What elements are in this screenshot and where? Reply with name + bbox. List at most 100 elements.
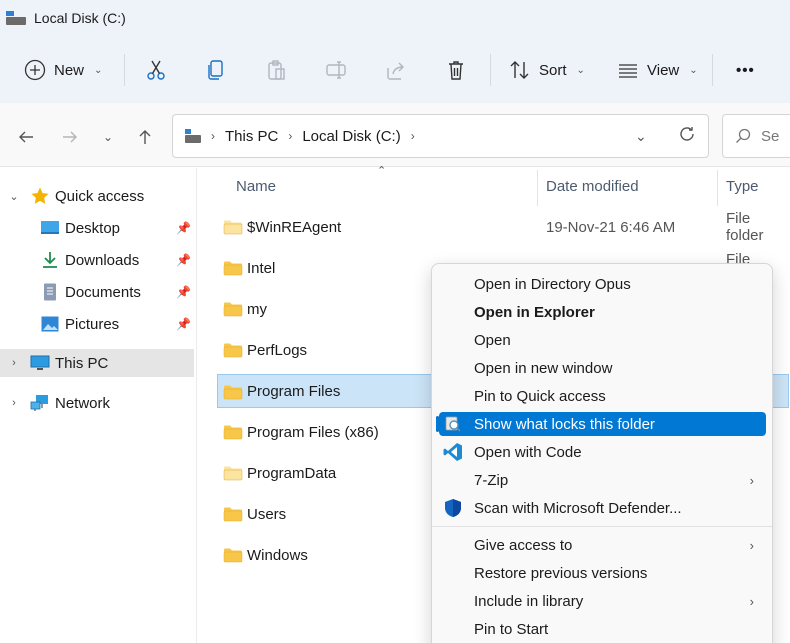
ellipsis-icon: ••• [736, 61, 755, 79]
nav-this-pc[interactable]: › This PC [0, 349, 194, 377]
column-header-type[interactable]: Type [726, 172, 759, 200]
folder-icon [223, 342, 243, 362]
drive-icon [6, 11, 26, 25]
forward-button[interactable] [56, 123, 84, 151]
window-title: Local Disk (C:) [6, 8, 126, 28]
menu-item-label: Restore previous versions [474, 564, 648, 582]
menu-item-open-with-code[interactable]: Open with Code [439, 440, 766, 464]
recent-locations-button[interactable]: ⌄ [96, 123, 120, 151]
chevron-down-icon: ⌄ [102, 130, 114, 144]
rename-button[interactable] [325, 56, 347, 84]
nav-quick-access[interactable]: ⌄ Quick access [0, 182, 194, 210]
divider [124, 54, 125, 86]
menu-item-open[interactable]: Open [439, 328, 766, 352]
chevron-right-icon: › [12, 397, 16, 409]
file-name: Program Files (x86) [247, 423, 379, 441]
menu-item-label: Scan with Microsoft Defender... [474, 499, 682, 517]
column-header-name[interactable]: Name [236, 172, 276, 200]
chevron-right-icon: › [749, 593, 754, 609]
menu-item-7-zip[interactable]: 7-Zip › [439, 468, 766, 492]
up-button[interactable] [131, 123, 159, 151]
column-divider[interactable] [537, 170, 538, 206]
menu-item-scan-with-microsoft-defender[interactable]: Scan with Microsoft Defender... [439, 496, 766, 520]
nav-item-downloads[interactable]: Downloads 📌 [0, 246, 194, 274]
menu-item-give-access-to[interactable]: Give access to › [439, 533, 766, 557]
nav-network[interactable]: › Network [0, 389, 194, 417]
menu-item-pin-to-start[interactable]: Pin to Start [439, 617, 766, 641]
menu-item-open-in-directory-opus[interactable]: Open in Directory Opus [439, 272, 766, 296]
copy-button[interactable] [205, 56, 227, 84]
refresh-button[interactable] [678, 125, 696, 147]
menu-item-show-what-locks-this-folder[interactable]: Show what locks this folder [436, 412, 766, 436]
pin-icon[interactable]: 📌 [176, 253, 191, 267]
address-history-dropdown[interactable]: ⌄ [635, 128, 647, 145]
paste-icon [268, 60, 285, 80]
computer-icon [30, 353, 50, 373]
share-icon [387, 62, 404, 80]
pin-icon[interactable]: 📌 [176, 317, 191, 331]
pin-icon[interactable]: 📌 [176, 285, 191, 299]
chevron-right-icon: › [12, 357, 16, 369]
sort-button[interactable]: Sort ⌄ [509, 56, 585, 84]
sort-icon [510, 61, 529, 79]
chevron-right-icon: › [288, 129, 293, 143]
menu-item-open-in-new-window[interactable]: Open in new window [439, 356, 766, 380]
paste-button[interactable] [265, 56, 287, 84]
address-bar[interactable]: › This PC › Local Disk (C:) › ⌄ [172, 114, 709, 158]
new-button[interactable]: New ⌄ [24, 56, 102, 84]
back-button[interactable] [12, 123, 40, 151]
file-date: 19-Nov-21 6:46 AM [546, 218, 676, 236]
view-button[interactable]: View ⌄ [617, 56, 698, 84]
divider [490, 54, 491, 86]
menu-item-restore-previous-versions[interactable]: Restore previous versions [439, 561, 766, 585]
column-header-name-label: Name [236, 177, 277, 195]
share-button[interactable] [385, 56, 407, 84]
arrow-left-icon [19, 131, 33, 143]
nav-quick-access-label: Quick access [55, 187, 145, 205]
menu-item-include-in-library[interactable]: Include in library › [439, 589, 766, 613]
cut-button[interactable] [145, 56, 167, 84]
search-box[interactable]: Se [722, 114, 790, 158]
file-row[interactable]: $WinREAgent 19-Nov-21 6:46 AM File folder [218, 210, 790, 244]
chevron-right-icon: › [211, 129, 215, 143]
menu-item-label: Pin to Start [474, 620, 549, 638]
nav-item-documents[interactable]: Documents 📌 [0, 278, 194, 306]
menu-item-pin-to-quick-access[interactable]: Pin to Quick access [439, 384, 766, 408]
drive-icon [185, 129, 201, 143]
nav-item-label: Documents [65, 283, 141, 301]
chevron-right-icon: › [410, 129, 415, 143]
chevron-right-icon: › [749, 472, 754, 488]
nav-item-pictures[interactable]: Pictures 📌 [0, 310, 194, 338]
menu-item-label: Pin to Quick access [474, 387, 606, 405]
network-icon [30, 393, 50, 413]
column-header-date[interactable]: Date modified [546, 172, 639, 200]
rename-icon [326, 61, 346, 79]
folder-icon [223, 384, 243, 404]
pin-icon[interactable]: 📌 [176, 221, 191, 235]
column-divider[interactable] [717, 170, 718, 206]
folder-icon [223, 260, 243, 280]
nav-this-pc-label: This PC [55, 354, 109, 372]
more-options-button[interactable]: ••• [736, 56, 755, 84]
nav-item-desktop[interactable]: Desktop 📌 [0, 214, 194, 242]
delete-icon [449, 61, 463, 80]
breadcrumb-local-disk[interactable]: Local Disk (C:) [302, 128, 400, 145]
menu-item-open-in-explorer[interactable]: Open in Explorer [439, 300, 766, 324]
menu-item-label: Open in new window [474, 359, 613, 377]
menu-item-label: Open [474, 331, 511, 349]
breadcrumb-this-pc[interactable]: This PC [225, 128, 278, 145]
menu-item-label: Include in library [474, 592, 584, 610]
folder-icon [223, 301, 243, 321]
sort-label: Sort [539, 61, 567, 79]
copy-icon [208, 60, 223, 80]
menu-item-label: Give access to [474, 536, 573, 554]
divider [712, 54, 713, 86]
arrow-up-icon [139, 130, 151, 144]
delete-button[interactable] [445, 56, 467, 84]
view-label: View [647, 61, 680, 79]
refresh-icon [680, 127, 694, 141]
defender-shield-icon [443, 498, 463, 518]
navigation-pane: ⌄ Quick access Desktop 📌 Downloads 📌 Doc… [0, 168, 197, 643]
file-name: Users [247, 505, 287, 523]
folder-icon [223, 506, 243, 526]
